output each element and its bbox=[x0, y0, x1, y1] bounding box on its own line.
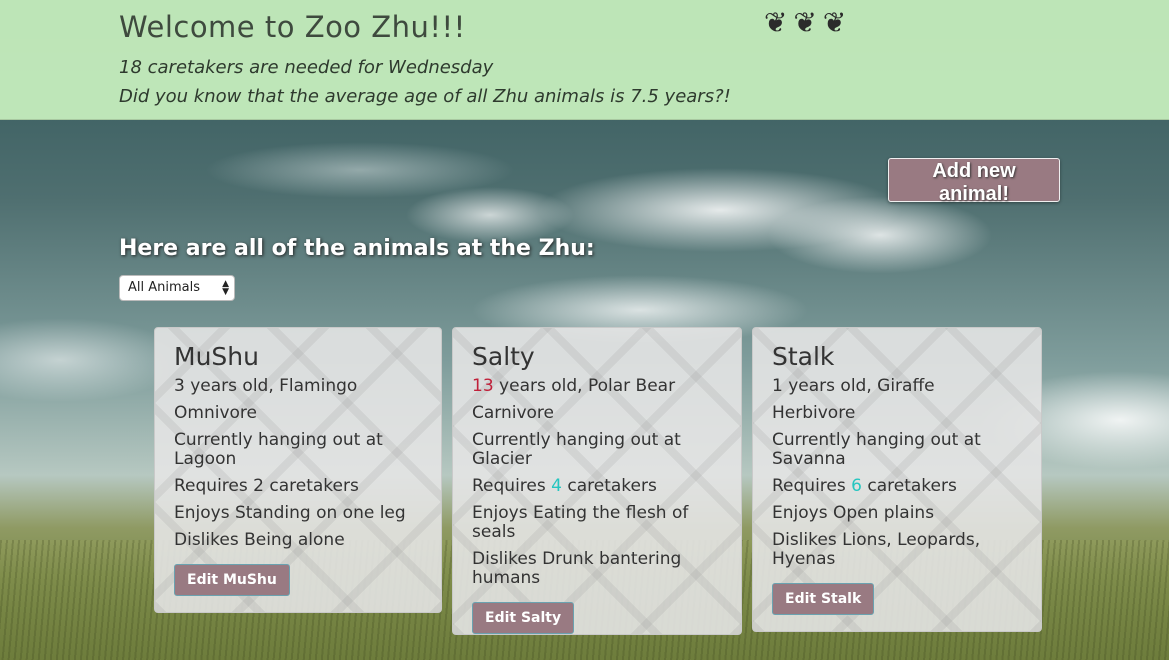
animal-dislikes: Dislikes Lions, Leopards, Hyenas bbox=[772, 530, 981, 569]
edit-mushu-button[interactable]: Edit MuShu bbox=[174, 564, 290, 596]
animal-card-mushu: MuShu 3 years old, Flamingo Omnivore Cur… bbox=[154, 327, 442, 613]
animal-diet: Herbivore bbox=[772, 403, 856, 423]
edit-stalk-button[interactable]: Edit Stalk bbox=[772, 583, 875, 615]
animals-heading: Here are all of the animals at the Zhu: bbox=[119, 236, 595, 261]
age-value: 13 bbox=[472, 376, 494, 396]
edit-salty-button[interactable]: Edit Salty bbox=[472, 602, 575, 634]
animal-dislikes: Dislikes Drunk bantering humans bbox=[472, 549, 682, 588]
animal-name: Salty bbox=[472, 342, 535, 371]
caretaker-count: 6 bbox=[851, 476, 862, 496]
average-age-fact: Did you know that the average age of all… bbox=[119, 86, 731, 107]
caretaker-count: 4 bbox=[551, 476, 562, 496]
animal-location: Currently hanging out at Lagoon bbox=[174, 430, 383, 469]
animal-age-species: 13 years old, Polar Bear bbox=[472, 376, 676, 396]
animal-likes: Enjoys Eating the flesh of seals bbox=[472, 503, 689, 542]
animal-likes: Enjoys Standing on one leg bbox=[174, 503, 406, 523]
age-value: 3 bbox=[174, 376, 185, 396]
animal-likes: Enjoys Open plains bbox=[772, 503, 935, 523]
add-animal-button[interactable]: Add new animal! bbox=[888, 158, 1060, 205]
caretakers-needed-text: 18 caretakers are needed for Wednesday bbox=[119, 57, 494, 78]
animal-name: Stalk bbox=[772, 342, 835, 371]
caretaker-count: 2 bbox=[253, 476, 264, 496]
filter-selected-value: All Animals bbox=[128, 280, 201, 295]
animal-location: Currently hanging out at Glacier bbox=[472, 430, 681, 469]
animal-name: MuShu bbox=[174, 342, 259, 371]
animal-filter-select[interactable]: All Animals ▲ ▼ bbox=[119, 275, 235, 301]
animal-age-species: 3 years old, Flamingo bbox=[174, 376, 358, 396]
animal-caretakers: Requires 4 caretakers bbox=[472, 476, 657, 496]
animal-diet: Carnivore bbox=[472, 403, 555, 423]
animal-card-stalk: Stalk 1 years old, Giraffe Herbivore Cur… bbox=[752, 327, 1042, 632]
animal-diet: Omnivore bbox=[174, 403, 257, 423]
animal-age-species: 1 years old, Giraffe bbox=[772, 376, 935, 396]
animal-caretakers: Requires 2 caretakers bbox=[174, 476, 359, 496]
animal-card-salty: Salty 13 years old, Polar Bear Carnivore… bbox=[452, 327, 742, 635]
page-title: Welcome to Zoo Zhu!!! bbox=[119, 10, 466, 44]
animal-location: Currently hanging out at Savanna bbox=[772, 430, 981, 469]
header-banner: Welcome to Zoo Zhu!!! 18 caretakers are … bbox=[0, 0, 1169, 120]
plant-decoration-icon: ❦❦❦ bbox=[764, 6, 853, 39]
animal-caretakers: Requires 6 caretakers bbox=[772, 476, 957, 496]
animal-dislikes: Dislikes Being alone bbox=[174, 530, 345, 550]
age-value: 1 bbox=[772, 376, 783, 396]
select-arrows-icon: ▲ ▼ bbox=[222, 279, 229, 297]
